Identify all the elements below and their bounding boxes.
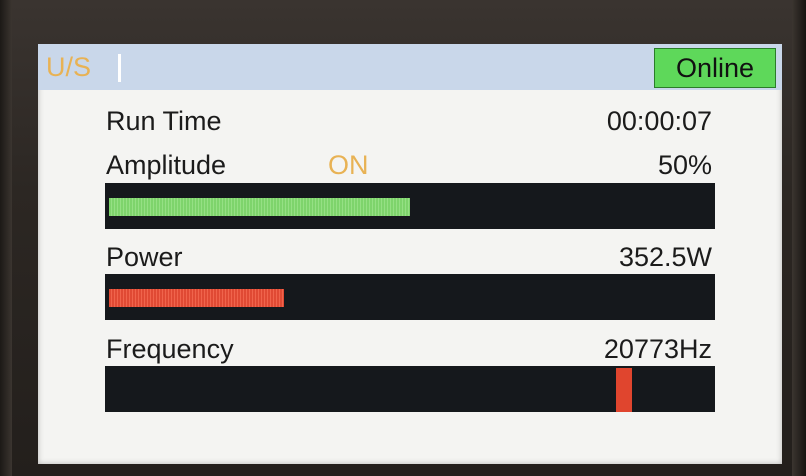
power-label: Power (106, 242, 183, 272)
frequency-marker (616, 368, 632, 412)
power-bar-fill (109, 289, 284, 307)
bezel-left-edge (0, 0, 12, 476)
run-time-value: 00:00:07 (606, 106, 712, 136)
frequency-value: 20773Hz (603, 334, 712, 364)
online-status-badge: Online (654, 48, 776, 88)
title-bar: U/S Online (38, 44, 782, 90)
amplitude-state: ON (328, 150, 369, 180)
bezel-right-edge (792, 0, 806, 476)
mode-label: U/S (46, 52, 92, 82)
amplitude-bar-track (105, 183, 715, 229)
frequency-bar-track (105, 366, 715, 412)
amplitude-bar-fill (109, 198, 410, 216)
amplitude-label: Amplitude (106, 150, 227, 180)
power-bar-track (105, 274, 715, 320)
power-value: 352.5W (618, 242, 712, 272)
lcd-screen: U/S Online Run Time 00:00:07 Amplitude O… (38, 44, 782, 464)
amplitude-value: 50% (657, 150, 712, 180)
run-time-label: Run Time (106, 106, 222, 136)
frequency-label: Frequency (106, 334, 234, 364)
text-cursor (118, 54, 121, 82)
